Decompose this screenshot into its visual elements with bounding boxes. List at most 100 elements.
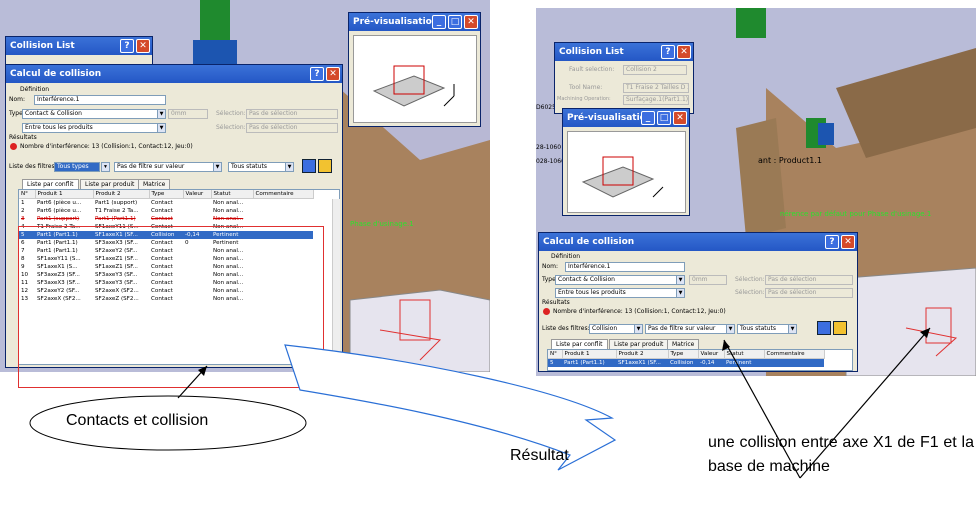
right-dialog-titlebar[interactable]: Calcul de collision ? ✕ xyxy=(539,233,857,251)
table-cell: 2 xyxy=(21,208,25,214)
export-icon[interactable] xyxy=(302,159,316,173)
table-cell: Part1 (support) xyxy=(37,216,80,222)
table-scrollbar[interactable] xyxy=(332,199,340,365)
name-label: Nom: xyxy=(542,263,559,270)
table-row[interactable]: 3 Part1 (support) Part1 (Part1.1) Contact No… xyxy=(19,215,313,223)
close-icon[interactable]: ✕ xyxy=(677,45,691,59)
right-preview-titlebar[interactable]: Pré-visualisation _ □ ✕ xyxy=(563,109,689,127)
column-header[interactable]: Produit 1 xyxy=(562,350,617,359)
filter-label: Liste des filtres: xyxy=(9,163,57,170)
minimize-icon[interactable]: _ xyxy=(432,15,446,29)
filter-type-dropdown-button[interactable]: ▼ xyxy=(101,162,110,172)
column-header[interactable]: Produit 2 xyxy=(616,350,669,359)
filter-status-select[interactable]: Tous statuts ▼ xyxy=(737,324,797,334)
chevron-down-icon[interactable]: ▼ xyxy=(285,163,293,171)
column-header[interactable]: N° xyxy=(548,350,563,359)
table-row[interactable]: 1 Part6 (pièce u... Part1 (support) Contact… xyxy=(19,199,313,208)
chevron-down-icon[interactable]: ▼ xyxy=(726,325,734,333)
column-header[interactable]: N° xyxy=(19,190,36,199)
conflict-table[interactable]: N° Produit 1 Produit 2 Type Valeur Statut Comm… xyxy=(547,349,853,371)
type-select[interactable]: Contact & Collision ▼ xyxy=(555,275,685,285)
help-icon[interactable]: ? xyxy=(825,235,839,249)
help-icon[interactable]: ? xyxy=(310,67,324,81)
chevron-down-icon[interactable]: ▼ xyxy=(676,276,684,284)
filter-value-select[interactable]: Pas de filtre sur valeur ▼ xyxy=(114,162,222,172)
close-icon[interactable]: ✕ xyxy=(136,39,150,53)
column-header[interactable]: Produit 1 xyxy=(35,190,94,199)
help-icon[interactable]: ? xyxy=(661,45,675,59)
left-dialog-titlebar[interactable]: Calcul de collision ? ✕ xyxy=(6,65,342,83)
close-icon[interactable]: ✕ xyxy=(673,111,687,125)
dim-field: 0mm xyxy=(168,109,208,119)
filter-type-select[interactable]: Tous types xyxy=(54,162,100,172)
left-preview-viewport xyxy=(353,35,477,123)
filter-label: Liste des filtres: xyxy=(542,325,590,332)
interference-count: Nombre d'interférence: 13 (Collision:1, … xyxy=(553,308,726,315)
column-header[interactable]: Valeur xyxy=(183,190,212,199)
filter-status-value: Tous statuts xyxy=(740,325,776,332)
table-cell: Collision xyxy=(668,358,698,367)
left-preview-window[interactable]: Pré-visualisation _ □ ✕ xyxy=(348,12,481,127)
left-dialog-title: Calcul de collision xyxy=(10,69,102,79)
report-icon[interactable] xyxy=(318,159,332,173)
right-collision-list-window[interactable]: Collision List ? ✕ Fault selection: Coll… xyxy=(554,42,694,114)
scope-select[interactable]: Entre tous les produits ▼ xyxy=(22,123,166,133)
name-field[interactable]: Interférence.1 xyxy=(565,262,685,272)
help-icon[interactable]: ? xyxy=(120,39,134,53)
chevron-down-icon[interactable]: ▼ xyxy=(788,325,796,333)
column-header[interactable]: Valeur xyxy=(698,350,725,359)
table-row[interactable]: 5 Part1 (Part1.1) SF1axeX1 (SF... Collision… xyxy=(548,358,824,367)
chevron-down-icon[interactable]: ▼ xyxy=(157,124,165,132)
column-header[interactable]: Produit 2 xyxy=(93,190,150,199)
table-row[interactable]: 2 Part6 (pièce u... T1 Fraise 2 Ta... Conta… xyxy=(19,207,313,215)
right-scene-product-label: ant : Product1.1 xyxy=(758,156,822,165)
conflict-table-header: N° Produit 1 Produit 2 Type Valeur Statut Comm… xyxy=(548,350,825,359)
type-select[interactable]: Contact & Collision ▼ xyxy=(22,109,166,119)
left-collision-list-titlebar[interactable]: Collision List ? ✕ xyxy=(6,37,152,55)
results-group-label: Résultats xyxy=(542,299,570,306)
close-icon[interactable]: ✕ xyxy=(464,15,478,29)
table-cell: Contact xyxy=(151,216,173,222)
chevron-down-icon[interactable]: ▼ xyxy=(157,110,165,118)
table-cell xyxy=(183,199,211,208)
column-header[interactable]: Statut xyxy=(211,190,254,199)
tab-liste-par-conflit[interactable]: Liste par conflit xyxy=(551,339,608,349)
tab-liste-par-conflit[interactable]: Liste par conflit xyxy=(22,179,79,189)
tab-matrice[interactable]: Matrice xyxy=(138,179,171,189)
right-collision-list-titlebar[interactable]: Collision List ? ✕ xyxy=(555,43,693,61)
tab-matrice[interactable]: Matrice xyxy=(667,339,700,349)
filter-type-select[interactable]: Collision ▼ xyxy=(589,324,643,334)
name-field[interactable]: Interférence.1 xyxy=(34,95,166,105)
table-cell xyxy=(253,207,313,215)
filter-status-select[interactable]: Tous statuts ▼ xyxy=(228,162,294,172)
selection2-label: Sélection: xyxy=(216,124,246,131)
column-header[interactable]: Statut xyxy=(724,350,765,359)
column-header[interactable]: Commentaire xyxy=(764,350,825,359)
close-icon[interactable]: ✕ xyxy=(841,235,855,249)
tab-liste-par-produit[interactable]: Liste par produit xyxy=(609,339,669,349)
selection2-field: Pas de sélection xyxy=(765,288,853,298)
chevron-down-icon[interactable]: ▼ xyxy=(213,163,221,171)
right-collision-dialog[interactable]: Calcul de collision ? ✕ Définition Nom: … xyxy=(538,232,858,372)
chevron-down-icon[interactable]: ▼ xyxy=(676,289,684,297)
minimize-icon[interactable]: _ xyxy=(641,111,655,125)
column-header[interactable]: Type xyxy=(149,190,184,199)
column-header[interactable]: Type xyxy=(668,350,699,359)
maximize-icon[interactable]: □ xyxy=(657,111,671,125)
side-number-2: 28-1060 xyxy=(536,144,562,151)
right-preview-window[interactable]: Pré-visualisation _ □ ✕ xyxy=(562,108,690,216)
table-cell: Non anal... xyxy=(213,208,244,214)
export-icon[interactable] xyxy=(817,321,831,335)
filter-status-value: Tous statuts xyxy=(231,163,267,170)
scope-select[interactable]: Entre tous les produits ▼ xyxy=(555,288,685,298)
maximize-icon[interactable]: □ xyxy=(448,15,462,29)
left-preview-titlebar[interactable]: Pré-visualisation _ □ ✕ xyxy=(349,13,480,31)
tab-liste-par-produit[interactable]: Liste par produit xyxy=(80,179,140,189)
table-cell: Part6 (pièce u... xyxy=(37,200,82,206)
table-cell: Non anal... xyxy=(213,200,244,206)
close-icon[interactable]: ✕ xyxy=(326,67,340,81)
report-icon[interactable] xyxy=(833,321,847,335)
chevron-down-icon[interactable]: ▼ xyxy=(634,325,642,333)
filter-value-select[interactable]: Pas de filtre sur valeur ▼ xyxy=(645,324,735,334)
column-header[interactable]: Commentaire xyxy=(253,190,314,199)
